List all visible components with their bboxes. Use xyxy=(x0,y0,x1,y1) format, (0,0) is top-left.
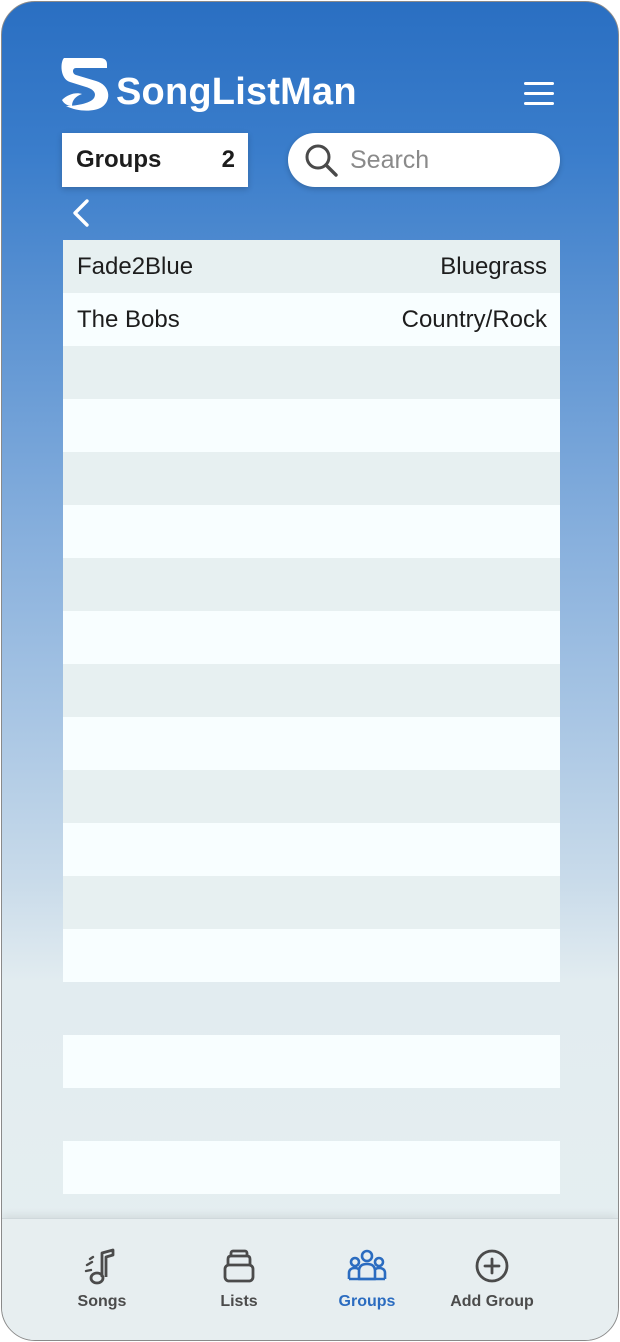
back-chevron-icon[interactable] xyxy=(68,198,96,228)
group-name: The Bobs xyxy=(77,305,180,333)
bottom-nav: Songs Lists Groups Add Group xyxy=(2,1218,618,1340)
group-genre: Bluegrass xyxy=(440,252,547,280)
empty-row xyxy=(63,1088,560,1141)
search-icon xyxy=(305,144,338,177)
group-name: Fade2Blue xyxy=(77,252,194,280)
group-genre: Country/Rock xyxy=(401,305,547,333)
empty-row xyxy=(63,1035,560,1088)
empty-row xyxy=(63,611,560,664)
app-title: SongListMan xyxy=(116,70,357,113)
empty-row xyxy=(63,717,560,770)
empty-row xyxy=(63,664,560,717)
nav-label: Lists xyxy=(220,1293,258,1310)
hamburger-icon-bar xyxy=(524,102,554,105)
empty-row xyxy=(63,823,560,876)
nav-add-group[interactable]: Add Group xyxy=(432,1247,552,1311)
table-row[interactable]: Fade2Blue Bluegrass xyxy=(63,240,560,293)
phone-frame: SongListMan Groups 2 Fade2Blue Bluegrass… xyxy=(1,1,619,1341)
app-logo: SongListMan xyxy=(60,52,357,116)
nav-lists[interactable]: Lists xyxy=(179,1247,299,1311)
empty-row xyxy=(63,1141,560,1194)
table-row[interactable]: The Bobs Country/Rock xyxy=(63,293,560,346)
groups-count-label: Groups xyxy=(76,146,162,173)
groups-count-value: 2 xyxy=(221,146,235,173)
nav-label: Songs xyxy=(77,1293,127,1310)
search-box[interactable] xyxy=(288,133,560,187)
empty-row xyxy=(63,876,560,929)
hamburger-icon-bar xyxy=(524,82,554,85)
empty-row xyxy=(63,505,560,558)
hamburger-icon-bar xyxy=(524,92,554,95)
menu-button[interactable] xyxy=(522,80,556,108)
empty-row xyxy=(63,558,560,611)
groups-list: Fade2Blue Bluegrass The Bobs Country/Roc… xyxy=(63,240,560,1194)
songlistman-logo-icon xyxy=(61,58,109,111)
people-icon xyxy=(347,1249,387,1281)
empty-row xyxy=(63,770,560,823)
empty-row xyxy=(63,399,560,452)
nav-songs[interactable]: Songs xyxy=(42,1247,162,1311)
empty-row xyxy=(63,929,560,982)
empty-row xyxy=(63,346,560,399)
stack-icon xyxy=(223,1249,255,1283)
groups-count-box: Groups 2 xyxy=(62,133,248,187)
empty-row xyxy=(63,452,560,505)
search-input[interactable] xyxy=(348,144,552,176)
nav-label: Groups xyxy=(338,1293,396,1310)
empty-row xyxy=(63,982,560,1035)
plus-circle-icon xyxy=(475,1249,509,1283)
nav-groups[interactable]: Groups xyxy=(307,1247,427,1311)
music-note-icon xyxy=(84,1248,115,1285)
nav-label: Add Group xyxy=(450,1293,534,1310)
